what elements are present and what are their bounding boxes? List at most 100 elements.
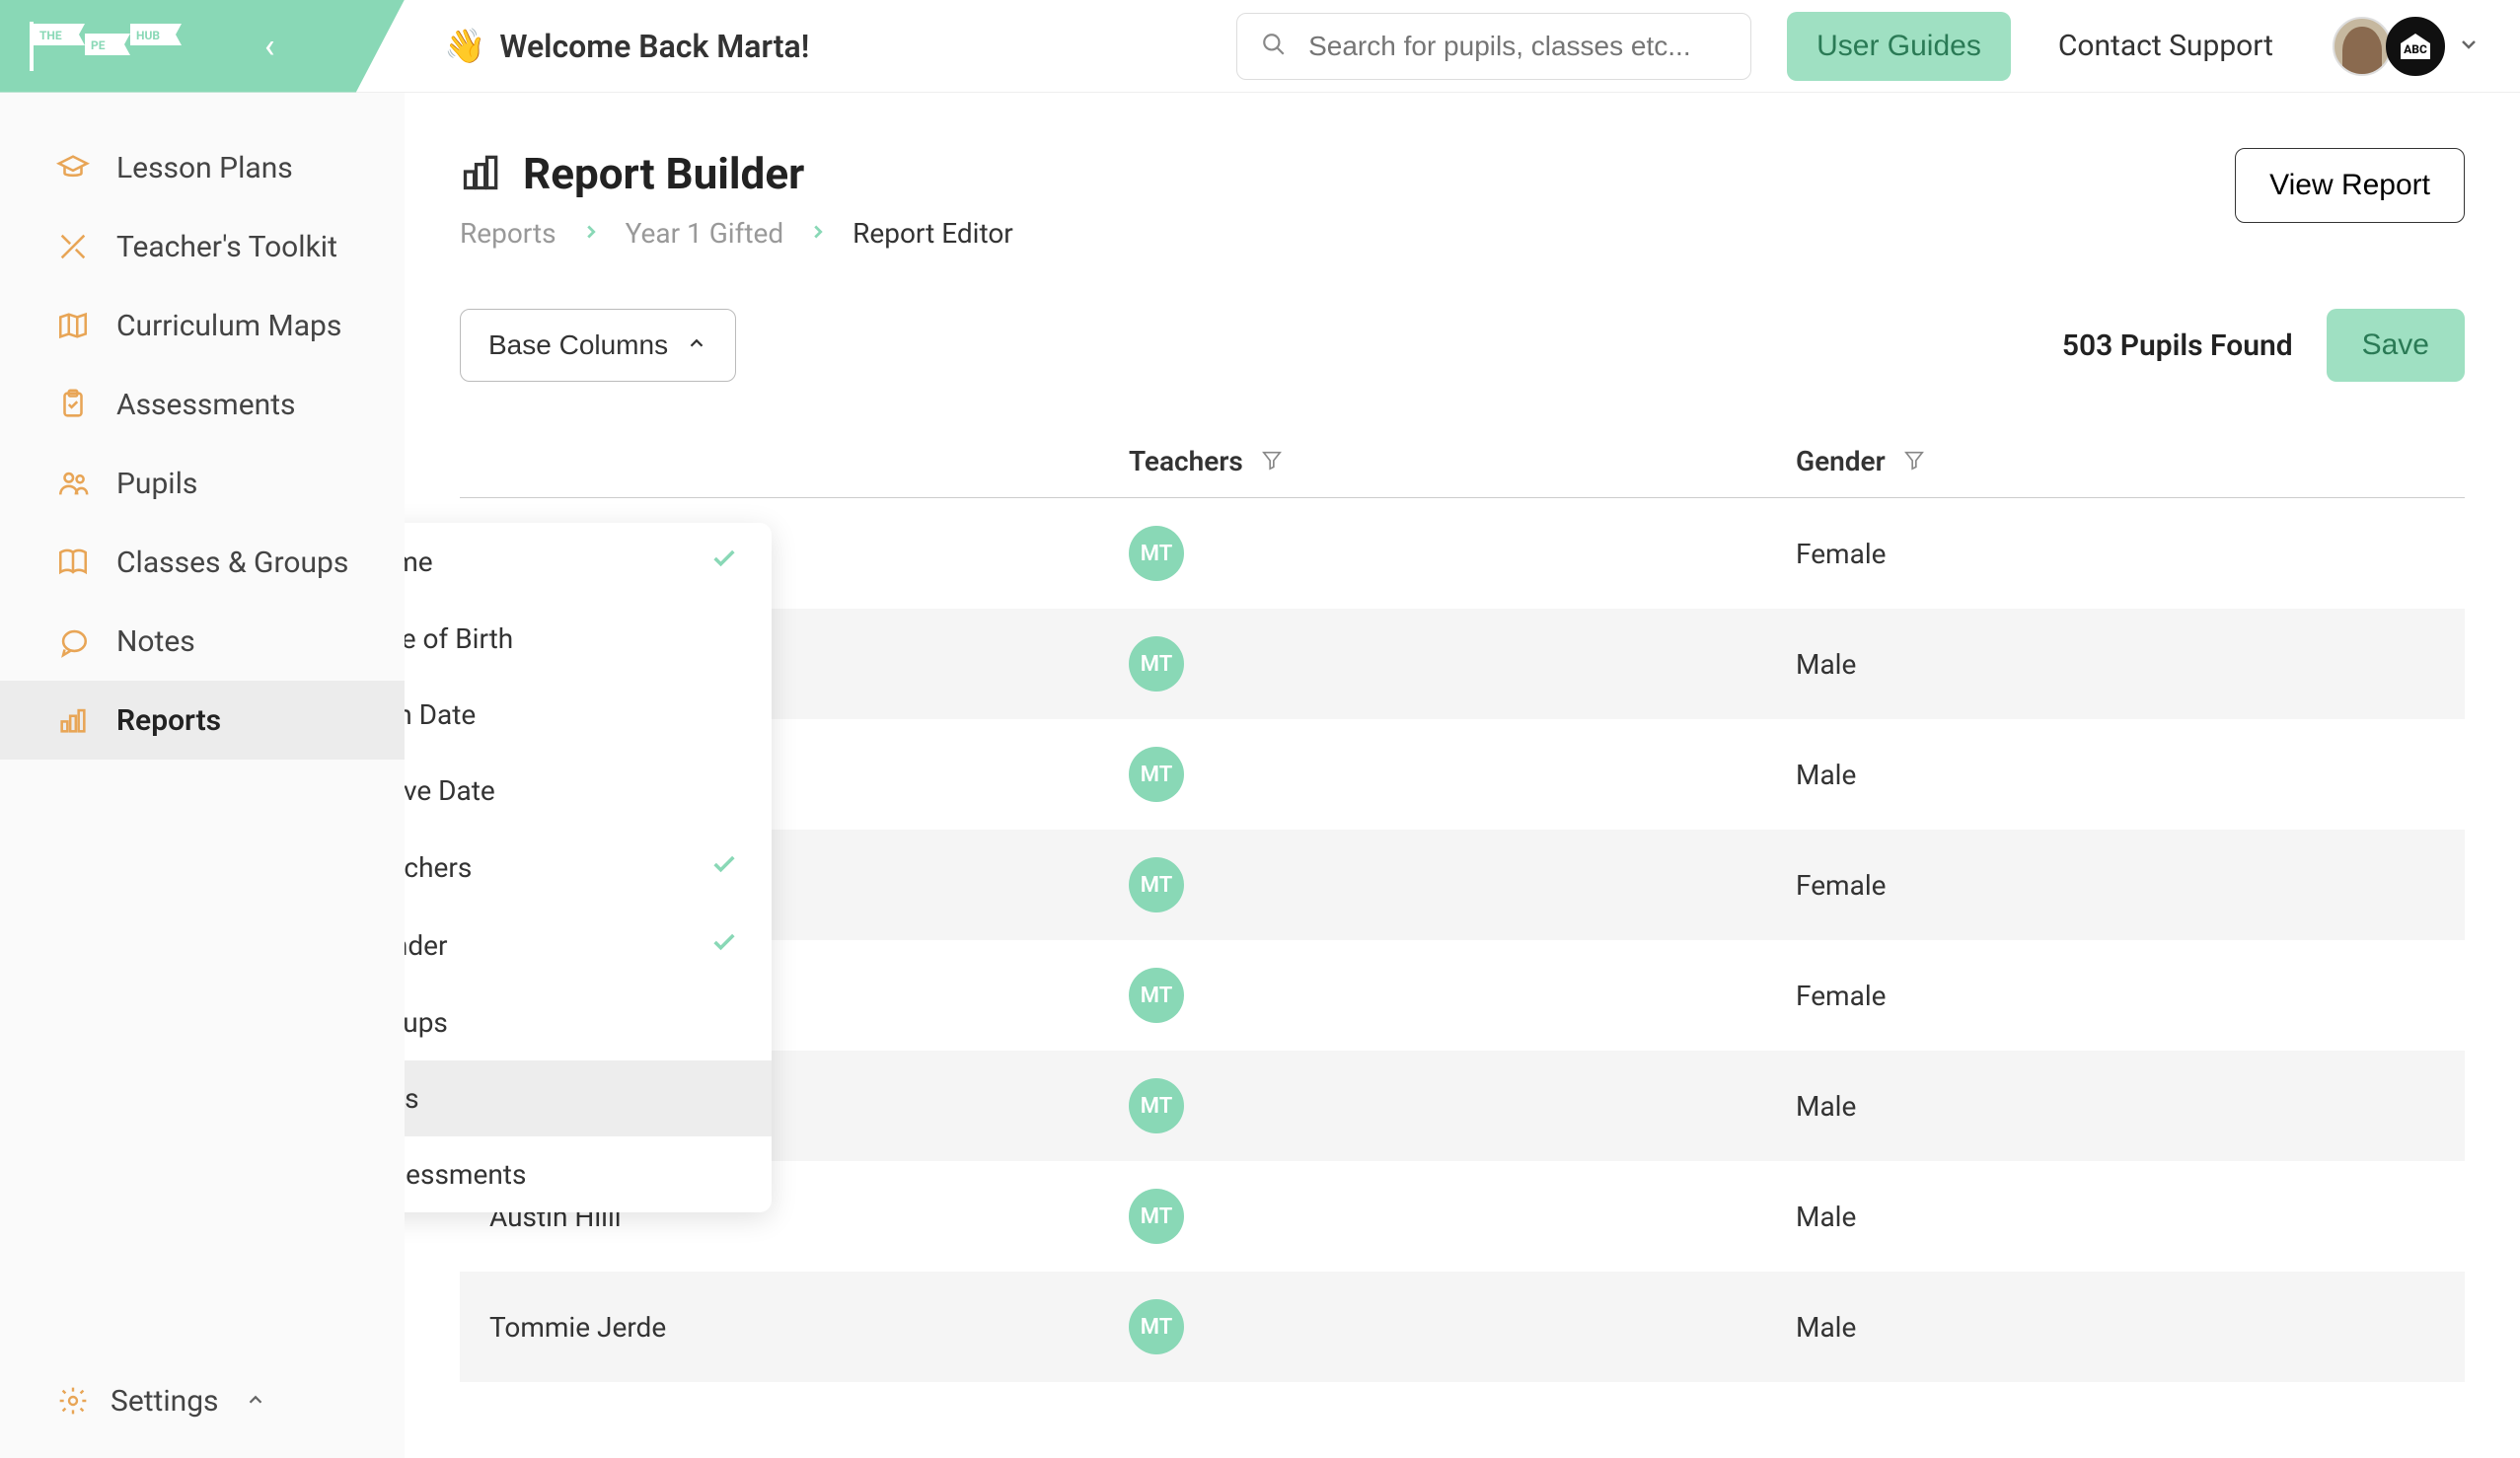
- sidebar-item-reports[interactable]: Reports: [0, 681, 405, 760]
- settings-label: Settings: [111, 1384, 219, 1419]
- teacher-badge-icon: MT: [1129, 968, 1184, 1023]
- table-header: Teachers Gender: [460, 421, 2465, 498]
- cell-teacher: MT: [1129, 1189, 1796, 1244]
- sidebar-item-assessments[interactable]: Assessments: [0, 365, 405, 444]
- cell-gender: Male: [1796, 1090, 1856, 1123]
- teacher-badge-icon: MT: [1129, 526, 1184, 581]
- toolkit-icon: [55, 229, 91, 264]
- sidebar-item-toolkit[interactable]: Teacher's Toolkit: [0, 207, 405, 286]
- base-columns-dropdown: Name Date of Birth Join Date Leave Date Teac…: [405, 523, 772, 1212]
- column-header-gender[interactable]: Gender: [1796, 445, 1925, 477]
- contact-support-link[interactable]: Contact Support: [2058, 29, 2273, 63]
- cell-teacher: MT: [1129, 526, 1796, 581]
- dropdown-item-label: Tags: [405, 1082, 419, 1115]
- dropdown-item[interactable]: Join Date: [405, 677, 772, 753]
- breadcrumb-item[interactable]: Reports: [460, 217, 556, 250]
- teacher-badge-icon: MT: [1129, 857, 1184, 912]
- welcome-text: Welcome Back Marta!: [499, 28, 809, 65]
- sidebar-item-pupils[interactable]: Pupils: [0, 444, 405, 523]
- dropdown-item-label: Assessments: [405, 1158, 526, 1191]
- page-title: Report Builder: [523, 148, 804, 199]
- chat-icon: [55, 623, 91, 659]
- teacher-badge-icon: MT: [1129, 1189, 1184, 1244]
- user-avatar-icon: [2333, 17, 2392, 76]
- dropdown-item-label: Gender: [405, 929, 448, 962]
- cell-teacher: MT: [1129, 968, 1796, 1023]
- table-row[interactable]: Tommie JerdeMTMale: [460, 1272, 2465, 1382]
- sidebar-item-label: Reports: [116, 703, 221, 738]
- wave-icon: 👋: [444, 27, 485, 66]
- logo-area: THE PE HUB ‹‹: [0, 0, 405, 93]
- dropdown-item[interactable]: Assessments: [405, 1136, 772, 1212]
- view-report-button[interactable]: View Report: [2235, 148, 2465, 223]
- dropdown-item[interactable]: Date of Birth: [405, 601, 772, 677]
- dropdown-item[interactable]: Groups: [405, 984, 772, 1060]
- cell-gender: Male: [1796, 1311, 1856, 1344]
- search-input[interactable]: [1308, 31, 1727, 62]
- search-box[interactable]: [1236, 13, 1751, 80]
- teacher-badge-icon: MT: [1129, 636, 1184, 692]
- sidebar-item-curriculum-maps[interactable]: Curriculum Maps: [0, 286, 405, 365]
- sidebar-settings[interactable]: Settings: [0, 1355, 405, 1458]
- toolbar: Base Columns 503 Pupils Found Save: [460, 309, 2465, 382]
- map-icon: [55, 308, 91, 343]
- base-columns-label: Base Columns: [488, 329, 668, 361]
- base-columns-button[interactable]: Base Columns: [460, 309, 736, 382]
- filter-icon[interactable]: [1903, 445, 1925, 477]
- check-icon: [710, 850, 738, 885]
- breadcrumb: Reports Year 1 Gifted Report Editor: [460, 217, 1013, 250]
- sidebar-item-lesson-plans[interactable]: Lesson Plans: [0, 128, 405, 207]
- sidebar-item-notes[interactable]: Notes: [0, 602, 405, 681]
- user-guides-button[interactable]: User Guides: [1787, 12, 2011, 81]
- dropdown-item-label: Name: [405, 546, 433, 578]
- dropdown-item[interactable]: Tags: [405, 1060, 772, 1136]
- teacher-badge-icon: MT: [1129, 1299, 1184, 1354]
- pupils-found-label: 503 Pupils Found: [2062, 328, 2293, 363]
- sidebar-item-label: Curriculum Maps: [116, 309, 341, 343]
- main-content: Report Builder Reports Year 1 Gifted Rep…: [405, 93, 2520, 1458]
- svg-text:HUB: HUB: [136, 29, 160, 42]
- sidebar-item-label: Pupils: [116, 467, 197, 501]
- chart-bar-icon: [460, 150, 503, 197]
- cell-teacher: MT: [1129, 1299, 1796, 1354]
- dropdown-item-label: Groups: [405, 1006, 448, 1039]
- clipboard-icon: [55, 387, 91, 422]
- check-icon: [710, 928, 738, 963]
- dropdown-item-label: Date of Birth: [405, 622, 513, 655]
- cell-teacher: MT: [1129, 636, 1796, 692]
- lesson-plans-icon: [55, 150, 91, 185]
- chevron-right-icon: [580, 217, 602, 250]
- cell-gender: Male: [1796, 1201, 1856, 1233]
- dropdown-item[interactable]: Name: [405, 523, 772, 601]
- dropdown-item-label: Teachers: [405, 851, 472, 884]
- gear-icon: [55, 1383, 91, 1419]
- svg-text:ABC: ABC: [2404, 42, 2427, 56]
- column-header-teachers[interactable]: Teachers: [1129, 445, 1796, 477]
- svg-text:PE: PE: [91, 38, 106, 52]
- teacher-badge-icon: MT: [1129, 1078, 1184, 1133]
- dropdown-item-label: Leave Date: [405, 774, 495, 807]
- breadcrumb-item[interactable]: Year 1 Gifted: [626, 217, 784, 250]
- dropdown-item-label: Join Date: [405, 698, 476, 731]
- filter-icon[interactable]: [1261, 445, 1283, 477]
- page-header: Report Builder Reports Year 1 Gifted Rep…: [460, 148, 2465, 250]
- dropdown-item[interactable]: Leave Date: [405, 753, 772, 829]
- chart-icon: [55, 702, 91, 738]
- header-label: Gender: [1796, 445, 1886, 477]
- cell-gender: Female: [1796, 869, 1886, 902]
- cell-teacher: MT: [1129, 857, 1796, 912]
- breadcrumb-current: Report Editor: [852, 217, 1013, 250]
- user-menu[interactable]: ABC: [2333, 17, 2481, 76]
- sidebar-item-classes-groups[interactable]: Classes & Groups: [0, 523, 405, 602]
- cell-gender: Male: [1796, 648, 1856, 681]
- sidebar-item-label: Teacher's Toolkit: [116, 230, 337, 264]
- logo-icon: THE PE HUB: [30, 22, 197, 71]
- chevron-up-icon: [686, 329, 707, 361]
- save-button[interactable]: Save: [2327, 309, 2465, 382]
- chevron-up-icon: [245, 1384, 266, 1419]
- dropdown-item[interactable]: Teachers: [405, 829, 772, 907]
- sidebar-item-label: Classes & Groups: [116, 546, 348, 580]
- dropdown-item[interactable]: Gender: [405, 907, 772, 984]
- sidebar-item-label: Notes: [116, 624, 195, 659]
- sidebar: Lesson Plans Teacher's Toolkit Curriculu…: [0, 93, 405, 1458]
